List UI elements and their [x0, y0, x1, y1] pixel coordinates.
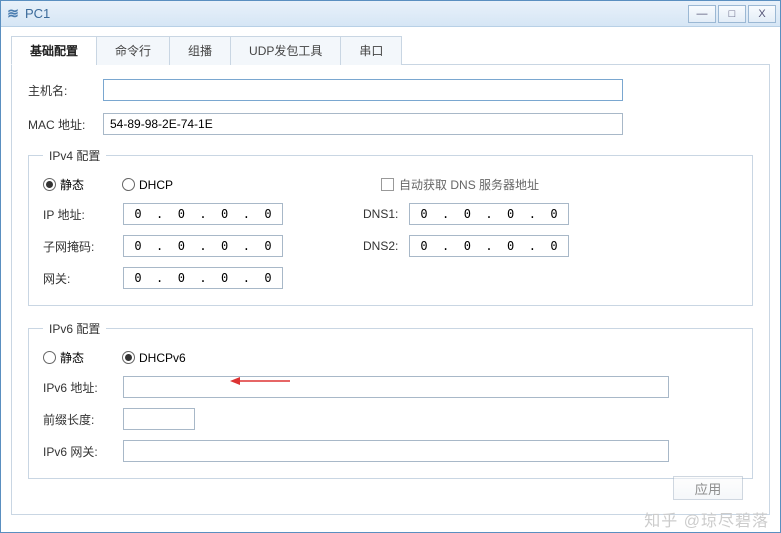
ipv4-legend: IPv4 配置 [43, 147, 106, 164]
dns2-input[interactable] [409, 235, 569, 257]
ipv6-addr-label: IPv6 地址: [43, 379, 123, 396]
hostname-label: 主机名: [28, 82, 103, 99]
tab-udp[interactable]: UDP发包工具 [230, 36, 341, 65]
dns2-label: DNS2: [363, 239, 409, 253]
mask-label: 子网掩码: [43, 238, 123, 255]
ipv6-group: IPv6 配置 静态 DHCPv6 IPv6 地址: 前缀长度: IPv6 网关… [28, 320, 753, 479]
ip-label: IP 地址: [43, 206, 123, 223]
tab-multicast[interactable]: 组播 [169, 36, 231, 65]
maximize-button[interactable]: □ [718, 5, 746, 23]
dns1-input[interactable] [409, 203, 569, 225]
window-frame: ≋ PC1 — □ X 基础配置 命令行 组播 UDP发包工具 串口 主机名: … [0, 0, 781, 533]
radio-dot-icon [43, 351, 56, 364]
ipv4-radio-dhcp[interactable]: DHCP [122, 178, 173, 192]
mask-input[interactable] [123, 235, 283, 257]
ipv6-radio-static[interactable]: 静态 [43, 349, 84, 366]
titlebar: ≋ PC1 — □ X [1, 1, 780, 27]
radio-dot-icon [122, 351, 135, 364]
ipv4-radio-static[interactable]: 静态 [43, 176, 84, 193]
ipv6-radio-dhcpv6[interactable]: DHCPv6 [122, 351, 186, 365]
ipv4-radio-static-label: 静态 [60, 176, 84, 193]
checkbox-icon [381, 178, 394, 191]
hostname-input[interactable] [103, 79, 623, 101]
app-icon: ≋ [5, 6, 21, 22]
ipv6-prefix-label: 前缀长度: [43, 411, 123, 428]
dns1-label: DNS1: [363, 207, 409, 221]
client-area: 基础配置 命令行 组播 UDP发包工具 串口 主机名: MAC 地址: IPv4… [1, 27, 780, 525]
gw-label: 网关: [43, 270, 123, 287]
tab-serial[interactable]: 串口 [340, 36, 402, 65]
ipv6-legend: IPv6 配置 [43, 320, 106, 337]
ipv6-radio-static-label: 静态 [60, 349, 84, 366]
ipv6-gw-input[interactable] [123, 440, 669, 462]
tabs: 基础配置 命令行 组播 UDP发包工具 串口 [11, 35, 770, 65]
window-title: PC1 [25, 6, 686, 21]
tab-pane-basic: 主机名: MAC 地址: IPv4 配置 静态 DHCP 自动获取 DNS 服务… [11, 65, 770, 515]
ipv6-radio-dhcpv6-label: DHCPv6 [139, 351, 186, 365]
radio-dot-icon [43, 178, 56, 191]
apply-button[interactable]: 应用 [673, 476, 743, 500]
mac-input[interactable] [103, 113, 623, 135]
ip-input[interactable] [123, 203, 283, 225]
close-button[interactable]: X [748, 5, 776, 23]
gw-input[interactable] [123, 267, 283, 289]
ipv6-gw-label: IPv6 网关: [43, 443, 123, 460]
auto-dns-label: 自动获取 DNS 服务器地址 [399, 176, 539, 193]
ipv4-radio-dhcp-label: DHCP [139, 178, 173, 192]
ipv6-prefix-input[interactable] [123, 408, 195, 430]
ipv4-group: IPv4 配置 静态 DHCP 自动获取 DNS 服务器地址 IP 地址: DN… [28, 147, 753, 306]
tab-basic[interactable]: 基础配置 [11, 36, 97, 65]
ipv6-addr-input[interactable] [123, 376, 669, 398]
minimize-button[interactable]: — [688, 5, 716, 23]
mac-label: MAC 地址: [28, 116, 103, 133]
tab-cli[interactable]: 命令行 [96, 36, 170, 65]
auto-dns-checkbox[interactable]: 自动获取 DNS 服务器地址 [381, 176, 539, 193]
radio-dot-icon [122, 178, 135, 191]
